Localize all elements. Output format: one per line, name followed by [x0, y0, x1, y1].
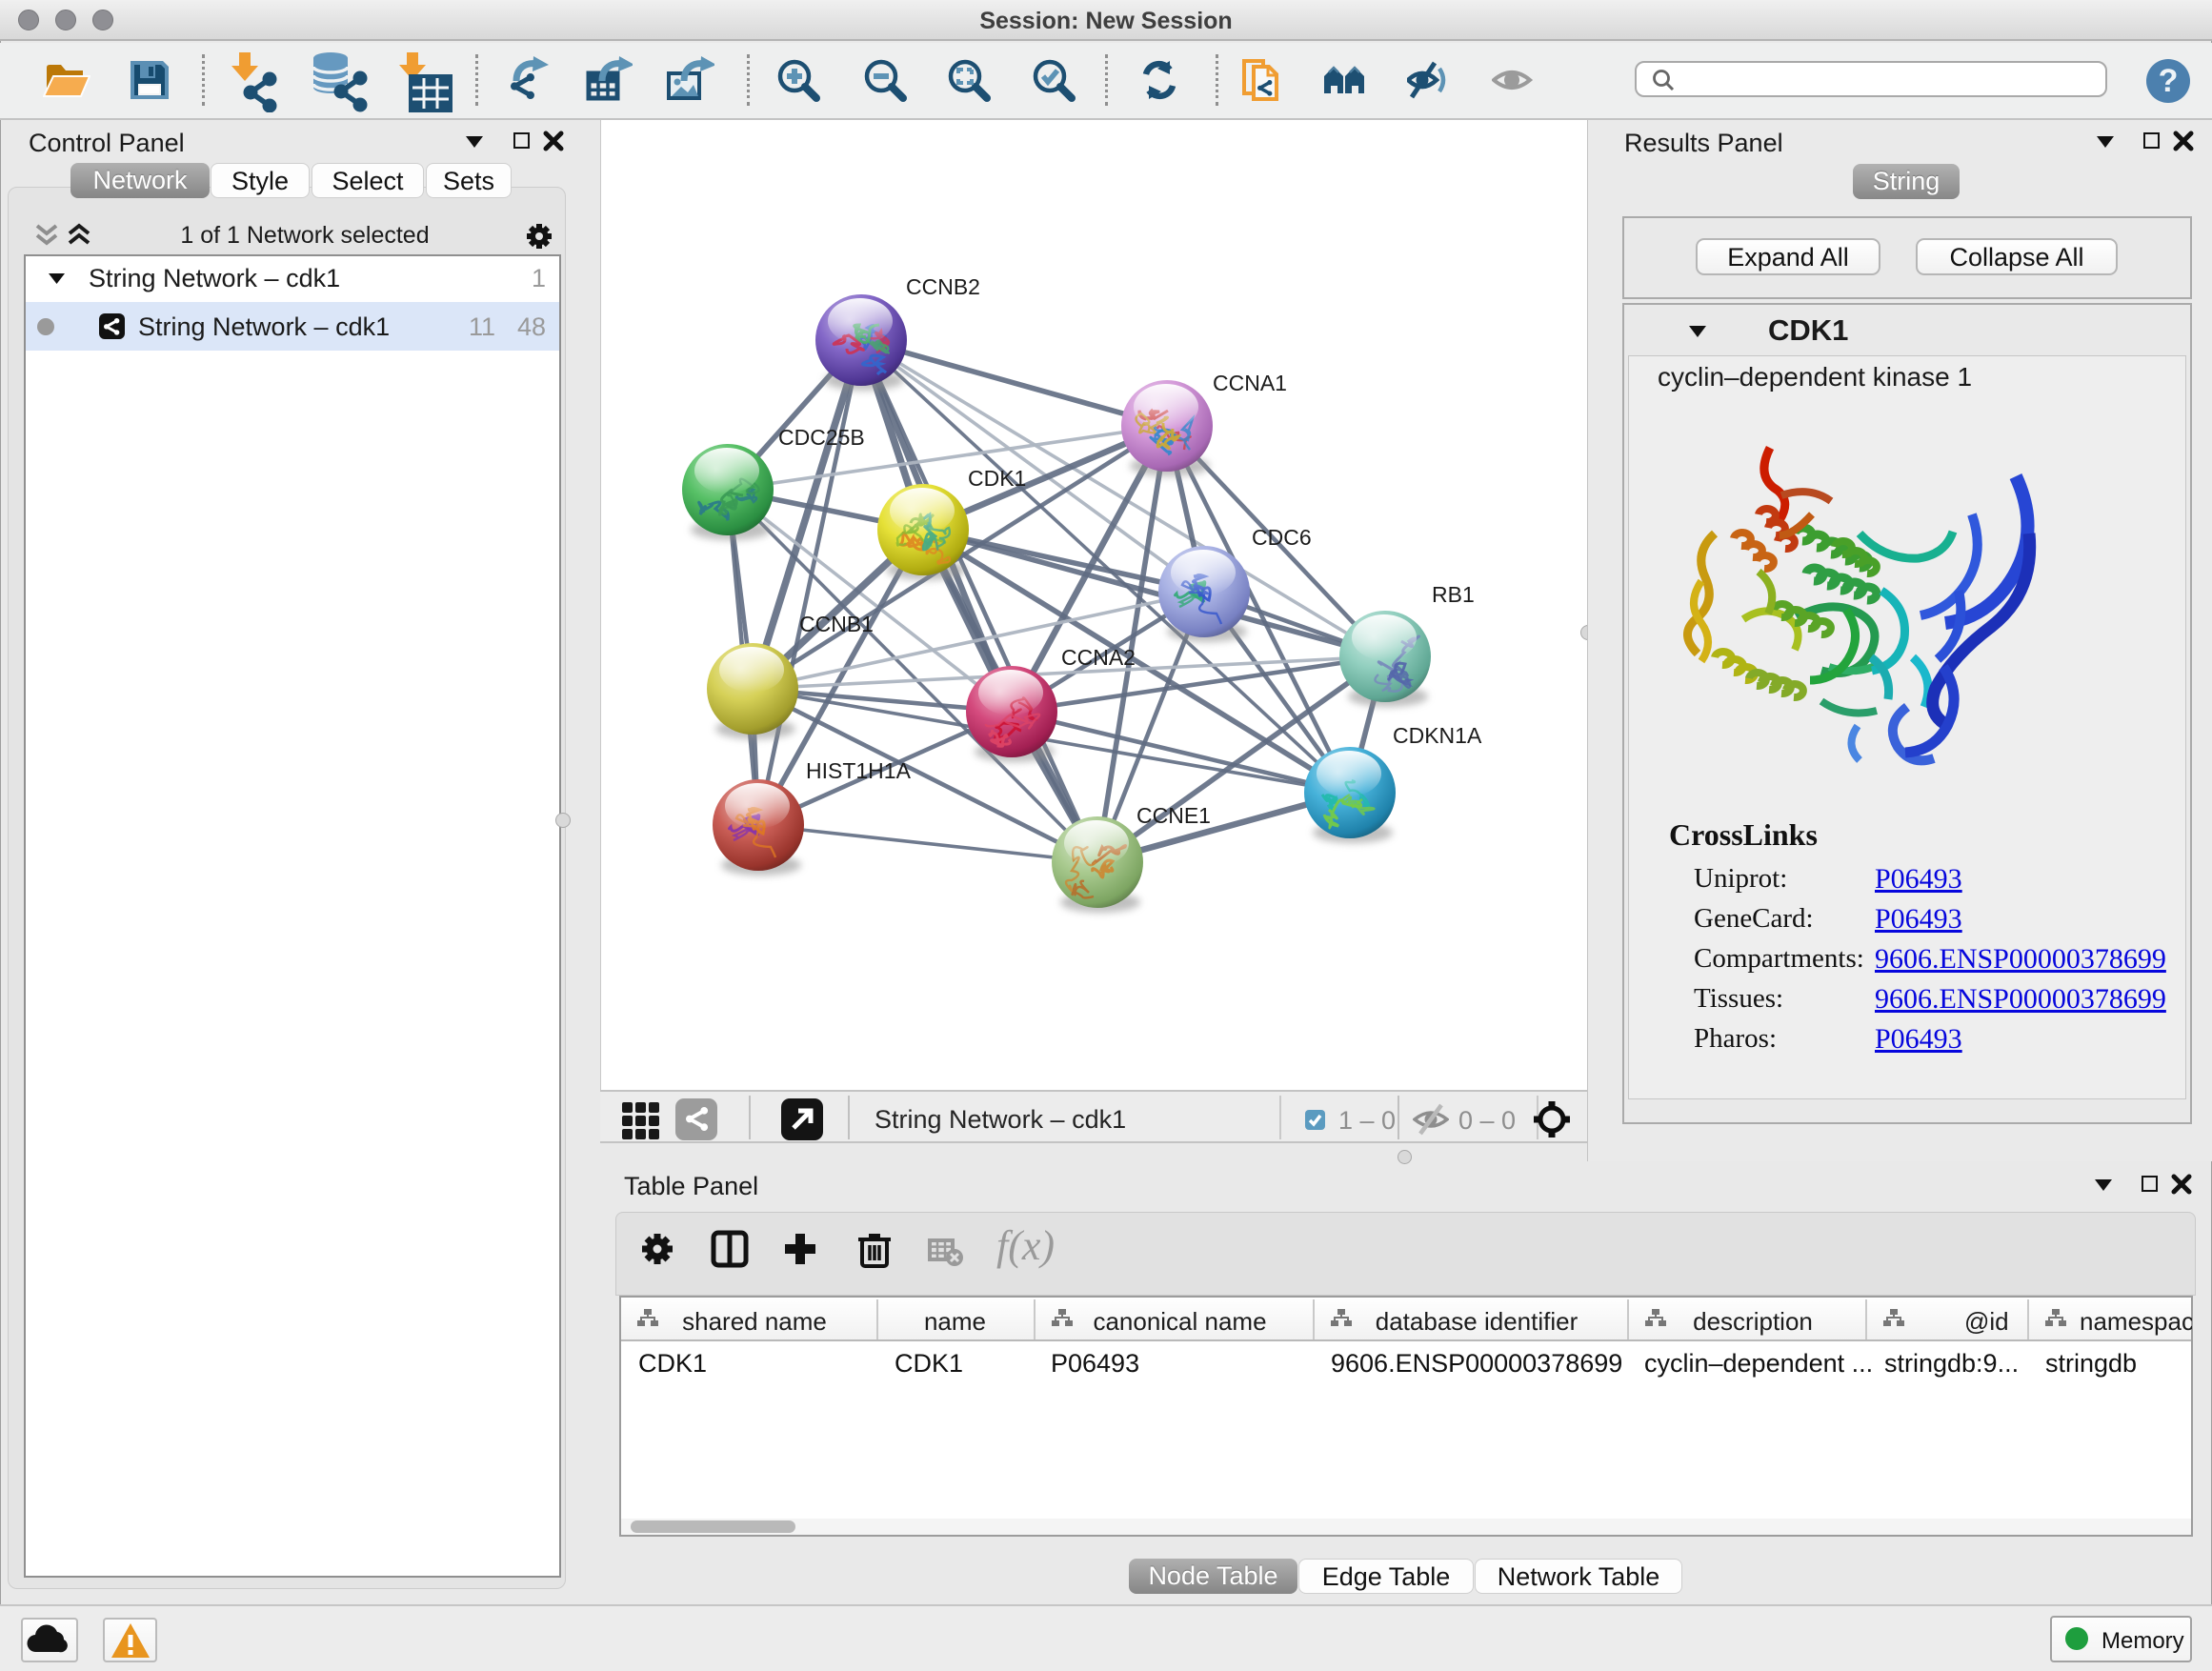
- svg-text:CDC6: CDC6: [1252, 525, 1312, 550]
- svg-text:CCNA2: CCNA2: [1061, 645, 1136, 670]
- svg-text:RB1: RB1: [1432, 582, 1475, 607]
- svg-text:HIST1H1A: HIST1H1A: [806, 758, 912, 783]
- svg-text:CCNE1: CCNE1: [1136, 803, 1211, 828]
- svg-text:CDK1: CDK1: [968, 466, 1026, 491]
- svg-text:CCNA1: CCNA1: [1213, 371, 1287, 395]
- svg-text:CDC25B: CDC25B: [778, 425, 865, 450]
- svg-text:CCNB2: CCNB2: [906, 274, 980, 299]
- svg-text:CDKN1A: CDKN1A: [1393, 723, 1482, 748]
- svg-text:CCNB1: CCNB1: [799, 612, 874, 636]
